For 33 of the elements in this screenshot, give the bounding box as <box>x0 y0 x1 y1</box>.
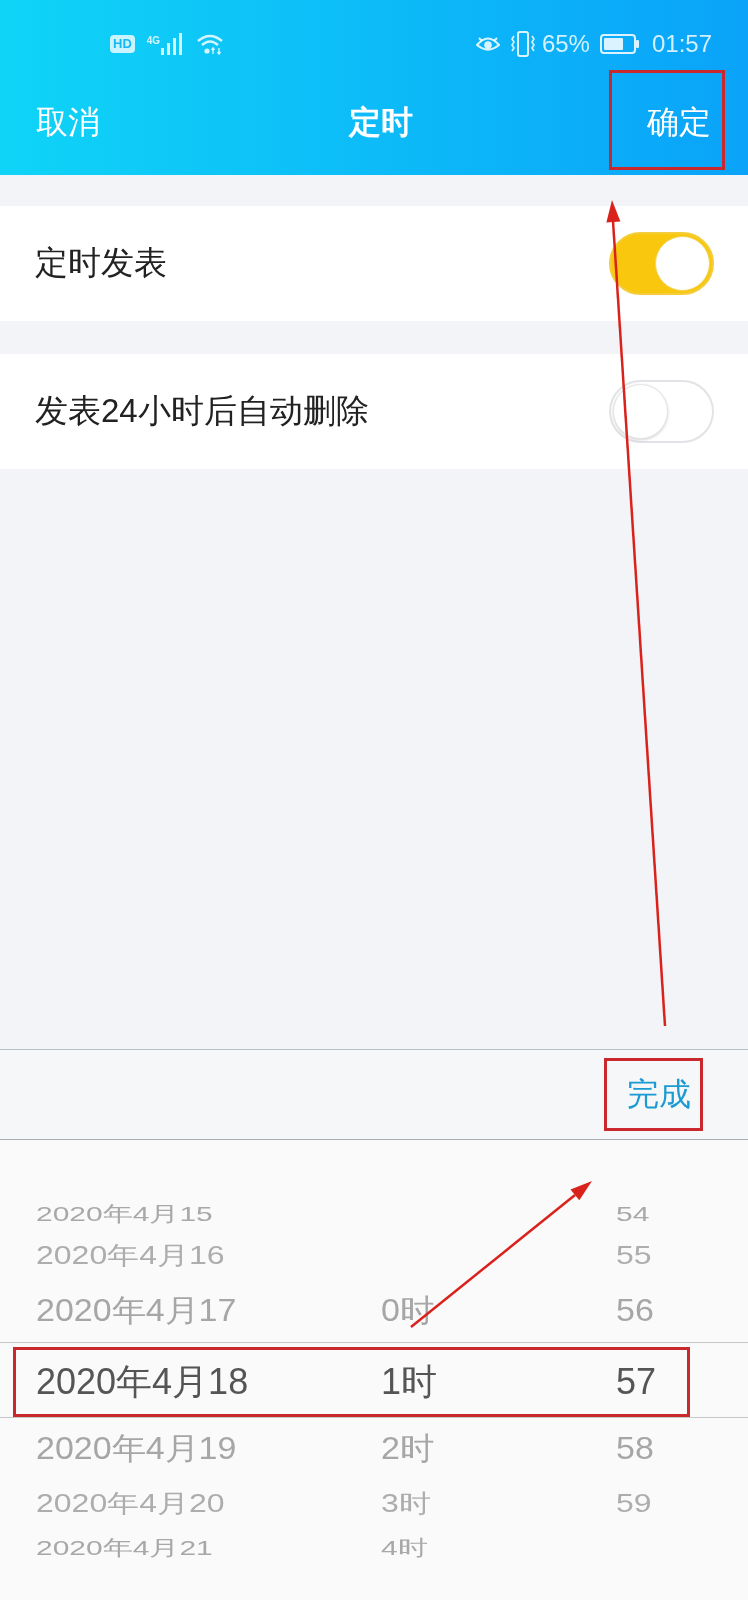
minute-option[interactable]: 57 <box>616 1362 657 1402</box>
minute-option[interactable]: 56 <box>616 1294 654 1328</box>
date-option[interactable]: 2020年4月18 <box>36 1362 249 1402</box>
setting-label: 发表24小时后自动删除 <box>35 391 369 431</box>
eye-icon <box>475 35 500 53</box>
hd-badge: HD <box>110 35 135 53</box>
minute-option[interactable]: 59 <box>616 1490 652 1518</box>
date-option[interactable]: 2020年4月15 <box>36 1201 213 1226</box>
hour-option[interactable]: 4时 <box>381 1535 428 1560</box>
cancel-button[interactable]: 取消 <box>36 100 100 145</box>
minute-option[interactable]: 58 <box>616 1432 654 1466</box>
hour-option[interactable]: 2时 <box>381 1432 434 1466</box>
network-type-label: 4G <box>146 35 161 46</box>
hour-option[interactable]: 0时 <box>381 1294 434 1328</box>
date-option[interactable]: 2020年4月20 <box>36 1490 225 1518</box>
date-option[interactable]: 2020年4月16 <box>36 1242 225 1270</box>
battery-percent: 65% <box>541 30 590 58</box>
date-option[interactable]: 2020年4月17 <box>36 1294 237 1328</box>
hour-option[interactable]: 1时 <box>381 1362 438 1402</box>
date-option[interactable]: 2020年4月19 <box>36 1432 237 1466</box>
status-time: 01:57 <box>651 30 712 58</box>
date-option[interactable]: 2020年4月21 <box>36 1535 213 1560</box>
setting-label: 定时发表 <box>35 243 167 283</box>
confirm-button[interactable]: 确定 <box>609 70 725 170</box>
vibrate-icon <box>509 31 536 57</box>
done-button[interactable]: 完成 <box>604 1058 703 1131</box>
signal-icon <box>160 33 183 55</box>
hour-option[interactable]: 3时 <box>381 1490 431 1518</box>
screen-title: 定时 <box>348 102 413 142</box>
battery-icon <box>599 34 640 54</box>
minute-option[interactable]: 55 <box>616 1242 652 1270</box>
minute-option[interactable]: 54 <box>616 1201 650 1226</box>
toggle-switch[interactable] <box>609 232 714 295</box>
